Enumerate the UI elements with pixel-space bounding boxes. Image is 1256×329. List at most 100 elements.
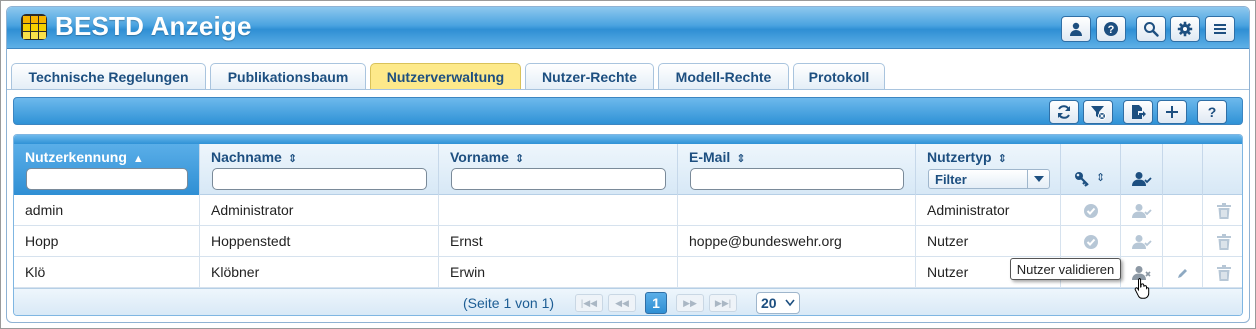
tab-nutzer-rechte[interactable]: Nutzer-Rechte [525, 63, 654, 89]
table-toolbar: ? [13, 97, 1243, 125]
trash-icon [1216, 233, 1231, 250]
cell-key [1061, 195, 1121, 226]
gear-icon [1177, 21, 1193, 37]
menu-icon [1214, 24, 1226, 34]
delete-button[interactable] [1203, 195, 1242, 226]
column-header-validated [1121, 144, 1163, 195]
column-label: E-Mail [689, 149, 731, 165]
app-title: BESTD Anzeige [55, 11, 252, 41]
user-table: Nutzerkennung ▲ Nachname ⇕ Vorname ⇕ E-Mail… [13, 134, 1243, 316]
next-page-icon: ▶▶ [683, 297, 697, 308]
tab-publikationsbaum[interactable]: Publikationsbaum [210, 63, 366, 89]
sort-asc-icon: ▲ [132, 153, 144, 165]
key-icon [1075, 172, 1089, 187]
tab-technische-regelungen[interactable]: Technische Regelungen [11, 63, 206, 89]
user-check-icon [1131, 234, 1152, 249]
chevron-down-icon [1027, 170, 1049, 188]
prev-page-button[interactable]: ◀◀ [608, 294, 636, 312]
current-page-button[interactable]: 1 [645, 292, 667, 314]
hand-cursor-icon [1134, 278, 1150, 299]
sort-icon: ⇕ [997, 153, 1007, 165]
table-help-button[interactable]: ? [1197, 100, 1227, 124]
column-header-nachname[interactable]: Nachname ⇕ [200, 144, 439, 195]
cell-nutzertyp: Administrator [916, 195, 1061, 226]
column-header-delete [1203, 144, 1242, 195]
cell-edit [1163, 226, 1203, 257]
sort-icon: ⇕ [736, 153, 746, 165]
cell-nutzerkennung: Klö [14, 257, 200, 288]
cell-edit [1163, 195, 1203, 226]
chevron-down-icon [785, 299, 795, 307]
tab-protokoll[interactable]: Protokoll [793, 63, 885, 89]
cell-nutzertyp: Nutzer [916, 226, 1061, 257]
cell-vorname: Ernst [439, 226, 678, 257]
sort-icon: ⇕ [287, 153, 298, 165]
cell-validated [1121, 195, 1163, 226]
cell-nachname: Administrator [200, 195, 439, 226]
refresh-icon [1058, 105, 1070, 119]
help-button[interactable]: ? [1096, 16, 1126, 42]
cell-key [1061, 226, 1121, 257]
app-header: BESTD Anzeige ? [7, 7, 1249, 49]
column-header-vorname[interactable]: Vorname ⇕ [439, 144, 678, 195]
trash-icon [1216, 264, 1231, 281]
page-info: (Seite 1 von 1) [463, 295, 555, 311]
sort-icon: ⇕ [514, 153, 525, 165]
check-circle-icon [1083, 234, 1098, 249]
cell-nutzerkennung: Hopp [14, 226, 200, 257]
tab-modell-rechte[interactable]: Modell-Rechte [658, 63, 789, 89]
pencil-icon [1177, 268, 1187, 278]
search-icon [1144, 22, 1159, 37]
next-page-button[interactable]: ▶▶ [676, 294, 704, 312]
column-header-nutzertyp[interactable]: Nutzertyp ⇕ Filter [916, 144, 1061, 195]
settings-button[interactable] [1170, 16, 1200, 42]
filter-select-value: Filter [935, 172, 967, 187]
column-header-edit [1163, 144, 1203, 195]
cell-vorname [439, 195, 678, 226]
edit-button[interactable] [1163, 257, 1203, 288]
trash-icon [1216, 202, 1231, 219]
pagination-bar: (Seite 1 von 1) |◀◀ ◀◀ 1 ▶▶ ▶▶| 20 [14, 288, 1242, 315]
export-icon [1132, 105, 1146, 119]
search-button[interactable] [1136, 16, 1166, 42]
check-circle-icon [1083, 203, 1098, 218]
user-button[interactable] [1061, 16, 1091, 42]
cell-nachname: Hoppenstedt [200, 226, 439, 257]
table-row[interactable]: admin Administrator Administrator [14, 195, 1242, 226]
delete-button[interactable] [1203, 257, 1242, 288]
column-header-nutzerkennung[interactable]: Nutzerkennung ▲ [14, 144, 200, 195]
menu-button[interactable] [1205, 16, 1235, 42]
export-button[interactable] [1123, 100, 1153, 124]
last-page-button[interactable]: ▶▶| [709, 294, 737, 312]
cell-nutzerkennung: admin [14, 195, 200, 226]
help-icon: ? [1104, 22, 1118, 36]
filter-input-vorname[interactable] [451, 168, 666, 190]
table-top-bar [14, 135, 1242, 144]
first-page-button[interactable]: |◀◀ [575, 294, 603, 312]
page-size-select[interactable]: 20 [756, 292, 800, 314]
filter-input-nachname[interactable] [212, 168, 427, 190]
tab-divider [7, 89, 1249, 90]
clear-filter-button[interactable] [1083, 100, 1113, 124]
delete-button[interactable] [1203, 226, 1242, 257]
cell-email [678, 257, 916, 288]
tab-nutzerverwaltung[interactable]: Nutzerverwaltung [370, 63, 521, 89]
filter-input-nutzerkennung[interactable] [26, 168, 188, 190]
column-header-key[interactable]: ⇕ [1061, 144, 1121, 195]
column-header-email[interactable]: E-Mail ⇕ [678, 144, 916, 195]
add-button[interactable] [1157, 100, 1187, 124]
table-row[interactable]: Hopp Hoppenstedt Ernst hoppe@bundeswehr.… [14, 226, 1242, 257]
filter-clear-icon [1091, 106, 1106, 120]
sort-icon: ⇕ [1096, 172, 1106, 184]
filter-input-email[interactable] [690, 168, 904, 190]
cell-email [678, 195, 916, 226]
column-label: Vorname [450, 149, 509, 165]
refresh-button[interactable] [1049, 100, 1079, 124]
page-size-value: 20 [761, 295, 777, 311]
user-icon [1070, 22, 1082, 36]
prev-page-icon: ◀◀ [615, 297, 629, 308]
nutzertyp-filter-select[interactable]: Filter [928, 169, 1050, 189]
cell-nachname: Klöbner [200, 257, 439, 288]
table-header: Nutzerkennung ▲ Nachname ⇕ Vorname ⇕ E-Mail… [14, 144, 1242, 195]
app-logo-icon [21, 14, 47, 40]
